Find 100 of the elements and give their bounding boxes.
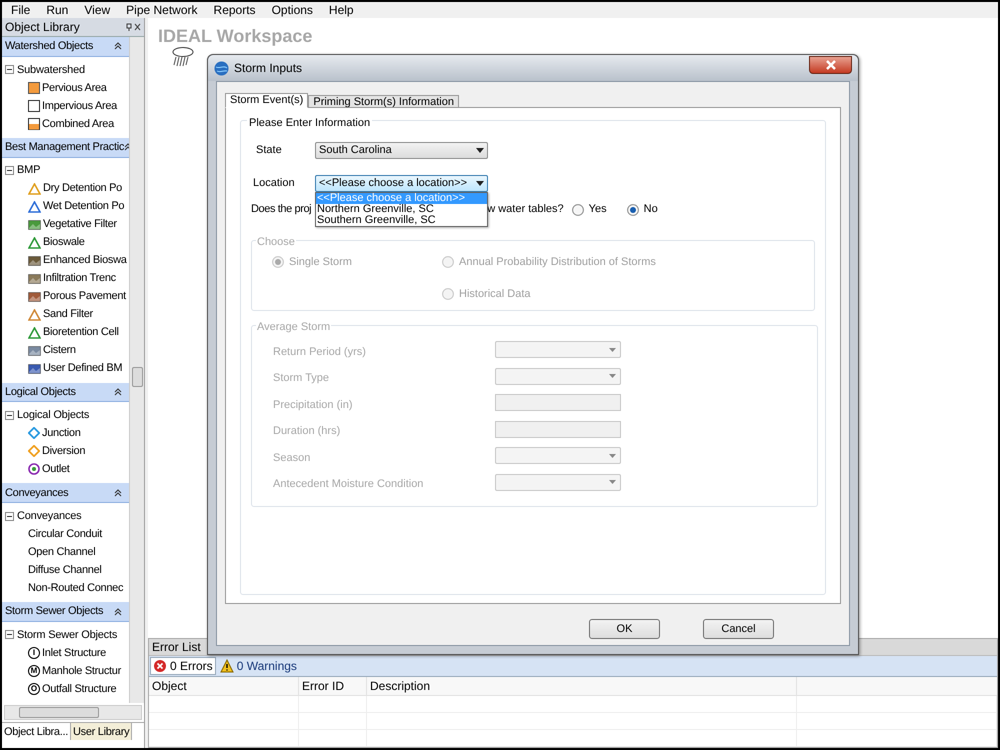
workspace-title: IDEAL Workspace xyxy=(158,26,312,46)
dropdown-option[interactable]: Northern Greenville, SC xyxy=(316,204,487,214)
tree-item[interactable]: Impervious Area xyxy=(42,98,117,114)
dropdown[interactable]: South Carolina xyxy=(315,142,488,158)
dropdown[interactable] xyxy=(495,447,621,464)
tree-item[interactable]: Infiltration Trenc xyxy=(43,270,116,287)
tree-item[interactable]: Combined Area xyxy=(42,116,114,132)
tree-item[interactable]: Logical Objects xyxy=(17,407,90,424)
close-icon xyxy=(824,60,836,70)
tree-item[interactable]: Diversion xyxy=(42,443,86,460)
column-header[interactable]: Error ID xyxy=(299,677,367,696)
tree-item[interactable]: Outlet xyxy=(42,461,70,478)
section-header[interactable]: Storm Sewer Objects xyxy=(2,602,130,622)
error-icon xyxy=(153,659,167,673)
filter-tab[interactable]: 0 Errors xyxy=(150,657,216,675)
input-field[interactable] xyxy=(495,394,621,412)
tree-item[interactable]: Open Channel xyxy=(28,544,96,560)
section-title: Watershed Objects xyxy=(5,39,94,54)
dropdown-arrow-icon xyxy=(476,180,484,186)
tree-item[interactable]: Inlet Structure xyxy=(42,644,106,662)
filter-tab[interactable]: 0 Warnings xyxy=(218,657,299,675)
field-label: Return Period (yrs) xyxy=(273,344,367,360)
globe-icon xyxy=(214,60,229,76)
tree-item[interactable]: Diffuse Channel xyxy=(28,562,102,578)
tree-item[interactable]: Bioretention Cell xyxy=(43,324,119,341)
tree-item[interactable]: Outfall Structure xyxy=(42,680,116,698)
tree-item[interactable]: Circular Conduit xyxy=(28,526,102,542)
tree-item[interactable]: Manhole Structur xyxy=(42,662,121,680)
dropdown-option[interactable]: Southern Greenville, SC xyxy=(316,214,487,226)
table-cell xyxy=(299,696,367,713)
tree-item[interactable]: Sand Filter xyxy=(43,306,93,323)
section-header[interactable]: Conveyances xyxy=(2,483,130,504)
tree-item[interactable]: Subwatershed xyxy=(17,62,85,78)
dropdown-arrow-icon xyxy=(476,148,484,152)
radio-label[interactable]: Yes xyxy=(588,201,607,218)
dropdown[interactable] xyxy=(495,368,621,385)
tree-item[interactable]: Bioswale xyxy=(43,234,85,251)
horizontal-scrollbar[interactable] xyxy=(4,705,142,720)
column-header[interactable]: Description xyxy=(367,677,797,696)
panel-tab[interactable]: User Library xyxy=(70,723,132,740)
section-title: Best Management Practic xyxy=(5,140,124,155)
menu-item[interactable]: Options xyxy=(270,2,314,18)
field-label: Season xyxy=(273,450,312,466)
tree-item[interactable]: Junction xyxy=(42,425,81,442)
field-label: Precipitation (in) xyxy=(273,398,354,412)
dropdown-arrow-icon xyxy=(609,348,616,352)
panel-title: Object Library xyxy=(5,19,80,36)
dropdown[interactable] xyxy=(495,474,621,491)
pin-close-icon xyxy=(125,22,141,32)
tree-item[interactable]: Conveyances xyxy=(17,508,82,524)
tree-item[interactable]: Cistern xyxy=(43,342,76,359)
tree-item[interactable]: Storm Sewer Objects xyxy=(17,626,118,644)
warning-icon xyxy=(220,659,234,673)
menu-item[interactable]: Run xyxy=(45,2,70,18)
table-cell xyxy=(299,730,367,747)
rain-cloud-icon xyxy=(170,46,196,68)
question-text: Does the proj xyxy=(251,202,312,218)
tree-item[interactable]: User Defined BM xyxy=(43,360,122,377)
tree-item[interactable]: Non-Routed Connec xyxy=(28,580,124,596)
square-icon xyxy=(28,100,40,112)
dialog-button[interactable]: OK xyxy=(589,619,660,639)
input-field[interactable] xyxy=(495,420,621,438)
dialog-tab[interactable]: Storm Event(s) xyxy=(225,93,308,108)
section-title: Logical Objects xyxy=(5,384,76,400)
field-label: Antecedent Moisture Condition xyxy=(273,477,424,492)
dropdown-arrow-icon xyxy=(609,480,616,484)
column-header[interactable]: Object xyxy=(149,677,299,696)
menu-item[interactable]: Pipe Network xyxy=(125,2,199,18)
menu-item[interactable]: Help xyxy=(328,2,355,18)
panel-title: Error List xyxy=(152,639,201,656)
tree-item[interactable]: Wet Detention Po xyxy=(43,198,124,215)
dropdown-arrow-icon xyxy=(609,374,616,378)
dropdown[interactable] xyxy=(495,341,621,358)
tree-item[interactable]: Dry Detention Po xyxy=(43,180,122,197)
vertical-scrollbar[interactable] xyxy=(129,37,144,703)
dialog-button[interactable]: Cancel xyxy=(703,619,774,639)
tree-item[interactable]: Vegetative Filter xyxy=(43,216,117,233)
close-button[interactable] xyxy=(809,56,852,74)
menu-item[interactable]: File xyxy=(10,2,32,18)
dialog-title: Storm Inputs xyxy=(234,60,302,77)
section-header[interactable]: Watershed Objects xyxy=(2,37,130,57)
tree-item[interactable]: Enhanced Bioswa xyxy=(43,252,127,269)
tree-item[interactable]: Porous Pavement xyxy=(43,288,126,305)
field-label: Location xyxy=(253,176,296,191)
section-header[interactable]: Best Management Practic xyxy=(2,138,130,158)
menu-item[interactable]: View xyxy=(83,2,112,18)
section-header[interactable]: Logical Objects xyxy=(2,382,130,402)
dialog-tab[interactable]: Priming Storm(s) Information xyxy=(308,95,459,108)
question-text: w water tables? xyxy=(487,202,564,218)
section-title: Storm Sewer Objects xyxy=(5,604,104,620)
tree-item[interactable]: Pervious Area xyxy=(42,80,107,96)
panel-tab[interactable]: Object Libra... xyxy=(2,723,71,740)
menu-item[interactable]: Reports xyxy=(212,2,257,18)
field-label: Storm Type xyxy=(273,371,330,386)
dropdown[interactable]: <<Please choose a location>> xyxy=(315,174,488,192)
tree-item[interactable]: BMP xyxy=(17,162,40,179)
field-label: Duration (hrs) xyxy=(273,424,342,439)
radio-label[interactable]: No xyxy=(644,201,658,218)
section-title: Conveyances xyxy=(5,486,68,501)
dropdown-arrow-icon xyxy=(609,454,616,458)
